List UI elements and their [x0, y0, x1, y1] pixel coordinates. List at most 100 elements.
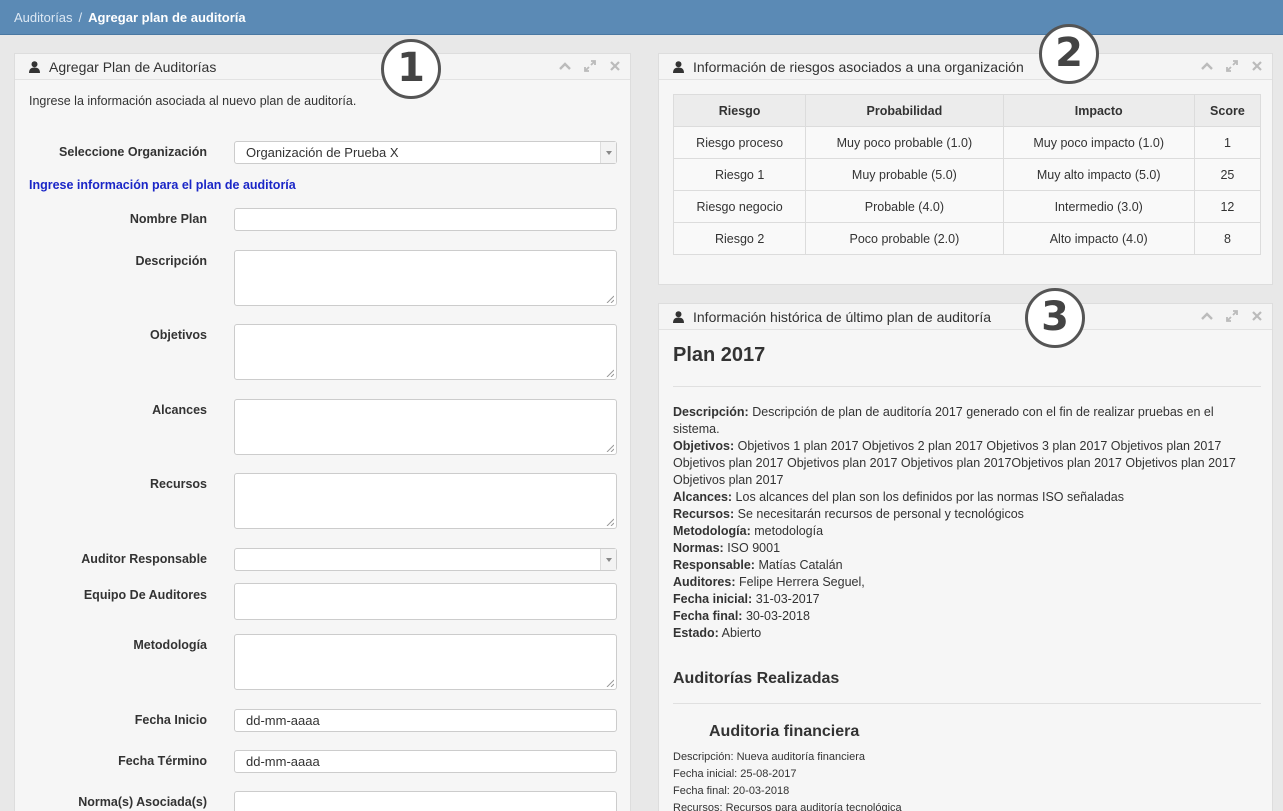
- detail-metodologia: Metodología: metodología: [673, 524, 824, 538]
- divider: [673, 703, 1261, 704]
- normas-input[interactable]: [234, 791, 617, 811]
- chevron-up-icon[interactable]: [1200, 309, 1214, 323]
- expand-icon[interactable]: [1225, 309, 1239, 323]
- callout-3: 3: [1025, 288, 1085, 348]
- plan-details: Descripción: Descripción de plan de audi…: [673, 404, 1263, 642]
- panel-header: Información histórica de último plan de …: [659, 304, 1272, 330]
- detail-objetivos: Objetivos: Objetivos 1 plan 2017 Objetiv…: [673, 439, 1236, 487]
- table-cell: Intermedio (3.0): [1002, 190, 1195, 223]
- table-cell: Riesgo negocio: [672, 190, 807, 223]
- detail-fecha-final: Fecha final: 30-03-2018: [673, 609, 810, 623]
- audit-line: Fecha inicial: 25-08-2017: [673, 768, 797, 780]
- objetivos-textarea[interactable]: [234, 324, 617, 380]
- detail-auditores: Auditores: Felipe Herrera Seguel,: [673, 575, 865, 589]
- column-header: Probabilidad: [805, 94, 1004, 127]
- table-cell: Muy probable (5.0): [805, 158, 1004, 191]
- auditor-responsable-label: Auditor Responsable: [81, 552, 207, 566]
- expand-icon[interactable]: [1225, 59, 1239, 73]
- equipo-auditores-input[interactable]: [234, 583, 617, 620]
- normas-label: Norma(s) Asociada(s): [78, 795, 207, 809]
- resize-handle-icon[interactable]: [606, 369, 614, 377]
- fecha-termino-placeholder: dd-mm-aaaa: [246, 754, 320, 769]
- breadcrumb-link-auditorias[interactable]: Auditorías: [14, 10, 73, 25]
- user-icon: [673, 311, 684, 323]
- metodologia-textarea[interactable]: [234, 634, 617, 690]
- panel-header: Información de riesgos asociados a una o…: [659, 54, 1272, 80]
- fecha-termino-label: Fecha Término: [118, 754, 207, 768]
- audit-line: Fecha final: 20-03-2018: [673, 785, 790, 797]
- column-header: Impacto: [1002, 94, 1195, 127]
- audit-line: Recursos: Recursos para auditoría tecnol…: [673, 802, 902, 811]
- detail-descripcion: Descripción: Descripción de plan de audi…: [673, 405, 1214, 436]
- plan-section-heading: Ingrese información para el plan de audi…: [29, 178, 296, 192]
- resize-handle-icon[interactable]: [606, 518, 614, 526]
- detail-alcances: Alcances: Los alcances del plan son los …: [673, 490, 1124, 504]
- breadcrumb: Auditorías / Agregar plan de auditoría: [14, 10, 246, 25]
- intro-text: Ingrese la información asociada al nuevo…: [29, 94, 357, 108]
- divider: [673, 386, 1261, 387]
- add-plan-panel: Agregar Plan de Auditorías Ingrese la in…: [14, 53, 631, 811]
- callout-2: 2: [1039, 24, 1099, 84]
- panel-title: Información de riesgos asociados a una o…: [693, 59, 1024, 75]
- close-icon[interactable]: [1250, 59, 1264, 73]
- fecha-inicio-input[interactable]: dd-mm-aaaa: [234, 709, 617, 732]
- fecha-termino-input[interactable]: dd-mm-aaaa: [234, 750, 617, 773]
- table-cell: 8: [1193, 222, 1262, 255]
- table-cell: 25: [1193, 158, 1262, 191]
- descripcion-label: Descripción: [135, 254, 207, 268]
- alcances-textarea[interactable]: [234, 399, 617, 455]
- chevron-up-icon[interactable]: [558, 59, 572, 73]
- table-cell: Probable (4.0): [805, 190, 1004, 223]
- audit-details: Descripción: Nueva auditoría financiera …: [673, 749, 902, 811]
- panel-title: Agregar Plan de Auditorías: [49, 59, 217, 75]
- audits-heading: Auditorías Realizadas: [673, 670, 840, 687]
- history-panel: Información histórica de último plan de …: [658, 303, 1273, 811]
- panel-tools: [1200, 59, 1264, 73]
- resize-handle-icon[interactable]: [606, 295, 614, 303]
- expand-icon[interactable]: [583, 59, 597, 73]
- recursos-textarea[interactable]: [234, 473, 617, 529]
- descripcion-textarea[interactable]: [234, 250, 617, 306]
- chevron-down-icon[interactable]: [600, 549, 616, 570]
- audit-line: Descripción: Nueva auditoría financiera: [673, 751, 865, 763]
- table-cell: Muy alto impacto (5.0): [1002, 158, 1195, 191]
- table-row: Riesgo proceso Muy poco probable (1.0) M…: [672, 126, 1262, 159]
- callout-1: 1: [381, 39, 441, 99]
- detail-normas: Normas: ISO 9001: [673, 541, 781, 555]
- audit-title: Auditoria financiera: [709, 723, 860, 740]
- nombre-plan-label: Nombre Plan: [129, 212, 207, 226]
- table-cell: Muy poco probable (1.0): [805, 126, 1004, 159]
- panel-tools: [1200, 309, 1264, 323]
- breadcrumb-current: Agregar plan de auditoría: [88, 10, 246, 25]
- detail-recursos: Recursos: Se necesitarán recursos de per…: [673, 507, 1024, 521]
- risk-panel: Información de riesgos asociados a una o…: [658, 53, 1273, 285]
- resize-handle-icon[interactable]: [606, 679, 614, 687]
- user-icon: [29, 61, 40, 73]
- plan-title: Plan 2017: [673, 344, 766, 366]
- chevron-up-icon[interactable]: [1200, 59, 1214, 73]
- nombre-plan-input[interactable]: [234, 208, 617, 231]
- table-cell: Muy poco impacto (1.0): [1002, 126, 1195, 159]
- table-cell: 1: [1193, 126, 1262, 159]
- close-icon[interactable]: [608, 59, 622, 73]
- table-row: Riesgo 1 Muy probable (5.0) Muy alto imp…: [672, 158, 1262, 191]
- close-icon[interactable]: [1250, 309, 1264, 323]
- panel-tools: [558, 59, 622, 73]
- table-cell: Riesgo 1: [672, 158, 807, 191]
- column-header: Riesgo: [672, 94, 807, 127]
- organization-label: Seleccione Organización: [59, 145, 207, 159]
- panel-title: Información histórica de último plan de …: [693, 309, 992, 325]
- table-row: Riesgo negocio Probable (4.0) Intermedio…: [672, 190, 1262, 223]
- table-cell: Riesgo 2: [672, 222, 807, 255]
- detail-estado: Estado: Abierto: [673, 626, 762, 640]
- auditor-responsable-select[interactable]: [234, 548, 617, 571]
- detail-fecha-inicial: Fecha inicial: 31-03-2017: [673, 592, 820, 606]
- detail-responsable: Responsable: Matías Catalán: [673, 558, 843, 572]
- recursos-label: Recursos: [150, 477, 207, 491]
- panel-header: Agregar Plan de Auditorías: [15, 54, 630, 80]
- organization-select[interactable]: Organización de Prueba X: [234, 141, 617, 164]
- objetivos-label: Objetivos: [150, 328, 207, 342]
- table-cell: Riesgo proceso: [672, 126, 807, 159]
- resize-handle-icon[interactable]: [606, 444, 614, 452]
- chevron-down-icon[interactable]: [600, 142, 616, 163]
